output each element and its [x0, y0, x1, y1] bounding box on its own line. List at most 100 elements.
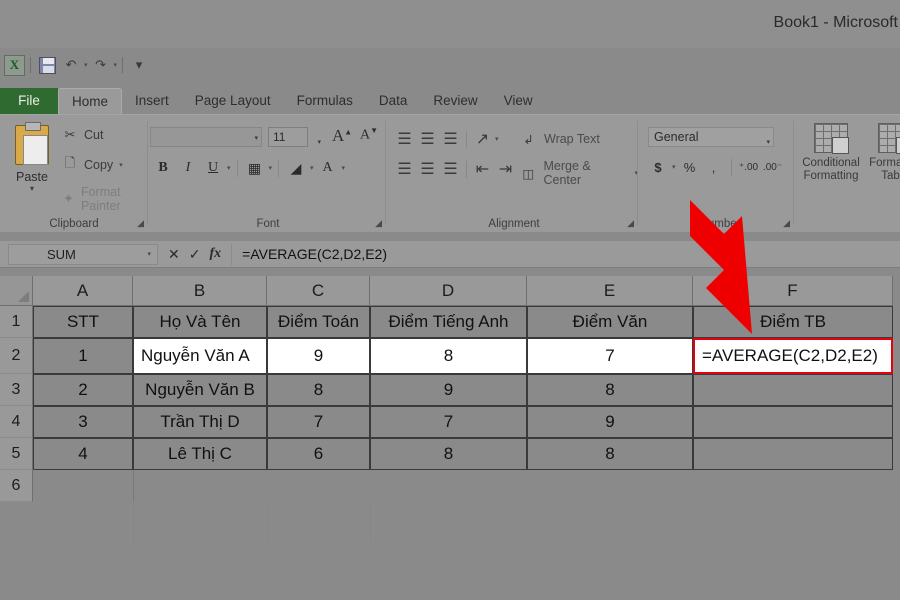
cell-f3[interactable]	[693, 374, 893, 406]
format-painter-button[interactable]: ✦ Format Painter	[62, 185, 148, 213]
align-right-button[interactable]: ☰	[440, 159, 461, 179]
row-header-2[interactable]: 2	[0, 338, 33, 374]
cell-c3[interactable]: 8	[267, 374, 370, 406]
spreadsheet-grid[interactable]: A B C D E F 1 2 3 4 5 6 STT Họ Và Tên Đi…	[0, 276, 900, 600]
alignment-dialog-launcher[interactable]: ◢	[627, 218, 634, 229]
borders-button[interactable]: ▦	[244, 157, 266, 179]
undo-button[interactable]: ↶	[60, 54, 82, 76]
font-size-input[interactable]: 11 ▾	[268, 127, 321, 147]
name-box[interactable]: SUM ▾	[8, 243, 158, 265]
align-left-button[interactable]: ☰	[394, 159, 415, 179]
number-format-dropdown-icon[interactable]: ▾	[766, 134, 770, 152]
row-header-3[interactable]: 3	[0, 374, 33, 406]
font-color-dropdown-icon[interactable]: ▾	[342, 164, 346, 172]
grow-font-button[interactable]: A▲	[332, 126, 352, 146]
cell-e1[interactable]: Điểm Văn	[527, 306, 693, 338]
underline-dropdown-icon[interactable]: ▾	[227, 164, 231, 172]
row-header-5[interactable]: 5	[0, 438, 33, 470]
cell-f6[interactable]	[693, 470, 893, 502]
clipboard-dialog-launcher[interactable]: ◢	[137, 218, 144, 229]
cell-b3[interactable]: Nguyễn Văn B	[133, 374, 267, 406]
redo-dropdown-icon[interactable]: ▾	[114, 61, 118, 69]
cell-e6[interactable]	[527, 470, 693, 502]
fill-color-button[interactable]: ◢	[285, 157, 307, 179]
fill-color-dropdown-icon[interactable]: ▾	[310, 164, 314, 172]
cell-d2[interactable]: 8	[370, 338, 527, 374]
font-dialog-launcher[interactable]: ◢	[375, 218, 382, 229]
cell-c1[interactable]: Điểm Toán	[267, 306, 370, 338]
tab-file[interactable]: File	[0, 88, 58, 114]
enter-formula-button[interactable]: ✓	[189, 246, 201, 263]
borders-dropdown-icon[interactable]: ▾	[269, 164, 273, 172]
merge-center-button[interactable]: ◫ Merge & Center ▾	[518, 159, 638, 187]
align-top-button[interactable]: ☰	[394, 129, 415, 149]
cell-e4[interactable]: 9	[527, 406, 693, 438]
tab-review[interactable]: Review	[420, 88, 490, 114]
cell-b6[interactable]	[133, 470, 267, 502]
column-header-b[interactable]: B	[133, 276, 267, 306]
paste-dropdown-icon[interactable]: ▾	[6, 184, 58, 193]
customize-qat-button[interactable]: ▾	[128, 54, 150, 76]
cell-a4[interactable]: 3	[33, 406, 133, 438]
orientation-button[interactable]: ↗	[472, 129, 493, 149]
cell-c4[interactable]: 7	[267, 406, 370, 438]
column-header-c[interactable]: C	[267, 276, 370, 306]
tab-data[interactable]: Data	[366, 88, 421, 114]
undo-dropdown-icon[interactable]: ▾	[84, 61, 88, 69]
column-header-d[interactable]: D	[370, 276, 527, 306]
cell-b5[interactable]: Lê Thị C	[133, 438, 267, 470]
tab-home[interactable]: Home	[58, 88, 123, 114]
comma-style-button[interactable]: ,	[704, 157, 724, 177]
currency-button[interactable]: $	[648, 157, 668, 177]
increase-indent-button[interactable]: ⇥	[495, 159, 516, 179]
cell-e5[interactable]: 8	[527, 438, 693, 470]
increase-decimal-button[interactable]: ⁺.00	[739, 157, 759, 177]
cell-b4[interactable]: Trần Thị D	[133, 406, 267, 438]
column-header-e[interactable]: E	[527, 276, 693, 306]
bold-button[interactable]: B	[152, 157, 174, 179]
paste-button[interactable]: Paste ▾	[6, 122, 58, 193]
font-name-dropdown-icon[interactable]: ▾	[254, 134, 258, 142]
format-as-table-button[interactable]: Format as Table	[864, 123, 900, 183]
tab-formulas[interactable]: Formulas	[284, 88, 366, 114]
percent-button[interactable]: %	[680, 157, 700, 177]
cell-b1[interactable]: Họ Và Tên	[133, 306, 267, 338]
cell-c2[interactable]: 9	[267, 338, 370, 374]
font-size-dropdown-icon[interactable]: ▾	[317, 134, 321, 152]
cell-d3[interactable]: 9	[370, 374, 527, 406]
italic-button[interactable]: I	[177, 157, 199, 179]
ribbon-tab-bar[interactable]: File Home Insert Page Layout Formulas Da…	[0, 88, 900, 114]
cell-a1[interactable]: STT	[33, 306, 133, 338]
row-header-6[interactable]: 6	[0, 470, 33, 502]
formula-input[interactable]: =AVERAGE(C2,D2,E2)	[231, 243, 900, 265]
cell-f5[interactable]	[693, 438, 893, 470]
save-button[interactable]	[36, 54, 58, 76]
align-bottom-button[interactable]: ☰	[440, 129, 461, 149]
cell-a3[interactable]: 2	[33, 374, 133, 406]
name-box-dropdown-icon[interactable]: ▾	[147, 250, 151, 258]
tab-view[interactable]: View	[491, 88, 546, 114]
number-format-select[interactable]: General ▾	[648, 127, 774, 147]
column-header-a[interactable]: A	[33, 276, 133, 306]
decrease-decimal-button[interactable]: .00⁻	[763, 157, 783, 177]
select-all-button[interactable]	[0, 276, 33, 306]
align-center-button[interactable]: ☰	[417, 159, 438, 179]
shrink-font-button[interactable]: A▼	[360, 126, 378, 144]
underline-button[interactable]: U	[202, 157, 224, 179]
cell-d4[interactable]: 7	[370, 406, 527, 438]
cell-f2[interactable]: =AVERAGE(C2,D2,E2)	[693, 338, 893, 374]
font-color-button[interactable]: A	[317, 157, 339, 179]
quick-access-toolbar[interactable]: X ↶ ▾ ↷ ▾ ▾	[0, 50, 280, 80]
copy-button[interactable]: 🗋 Copy ▾	[62, 155, 123, 173]
cell-d1[interactable]: Điểm Tiếng Anh	[370, 306, 527, 338]
number-dialog-launcher[interactable]: ◢	[783, 218, 790, 229]
tab-page-layout[interactable]: Page Layout	[182, 88, 284, 114]
insert-function-button[interactable]: fx	[209, 246, 221, 262]
cell-a6[interactable]	[33, 470, 133, 502]
redo-button[interactable]: ↷	[90, 54, 112, 76]
decrease-indent-button[interactable]: ⇤	[472, 159, 493, 179]
cell-d6[interactable]	[370, 470, 527, 502]
cancel-formula-button[interactable]: ✕	[168, 246, 180, 263]
tab-insert[interactable]: Insert	[122, 88, 182, 114]
row-header-4[interactable]: 4	[0, 406, 33, 438]
